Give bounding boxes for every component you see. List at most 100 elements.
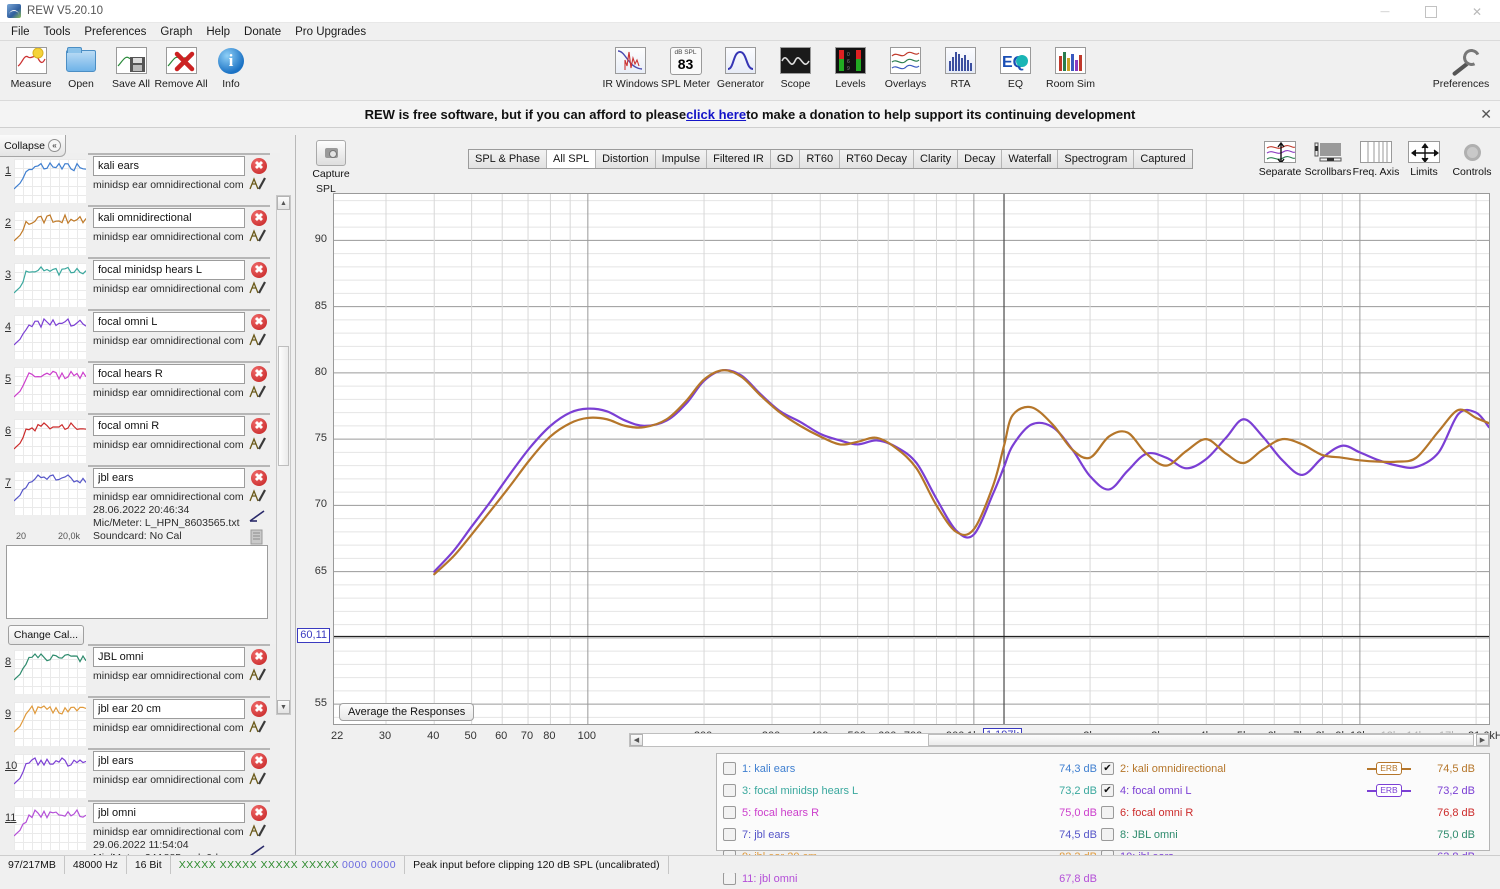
tab-rt60[interactable]: RT60 xyxy=(800,150,841,168)
eq-button[interactable]: EQ EQ xyxy=(988,41,1043,90)
measurement-name-input[interactable] xyxy=(93,468,245,488)
delete-measurement-button[interactable]: ✖ xyxy=(251,470,267,486)
measurement-name-input[interactable] xyxy=(93,647,245,667)
measurement-item[interactable]: 9 ✖ minidsp ear omnidirectional comp xyxy=(0,696,280,751)
menu-item-graph[interactable]: Graph xyxy=(153,25,199,39)
delete-measurement-button[interactable]: ✖ xyxy=(251,805,267,821)
legend-checkbox[interactable] xyxy=(1101,806,1114,819)
tab-spl-phase[interactable]: SPL & Phase xyxy=(469,150,548,168)
controls-button[interactable]: Controls xyxy=(1448,137,1496,178)
overlays-button[interactable]: Overlays xyxy=(878,41,933,90)
edit-measurement-icon[interactable] xyxy=(249,772,267,786)
measure-button[interactable]: Measure xyxy=(6,41,56,90)
edit-measurement-icon[interactable] xyxy=(249,281,267,295)
tab-filtered-ir[interactable]: Filtered IR xyxy=(707,150,771,168)
measurement-item[interactable]: 4 ✖ minidsp ear omnidirectional comp xyxy=(0,309,280,364)
measurement-name-input[interactable] xyxy=(93,260,245,280)
measurement-thumbnail[interactable]: 9 xyxy=(0,700,88,750)
minimize-button[interactable] xyxy=(1362,0,1408,23)
tab-impulse[interactable]: Impulse xyxy=(655,150,708,168)
scope-button[interactable]: Scope xyxy=(768,41,823,90)
tab-distortion[interactable]: Distortion xyxy=(596,150,656,168)
edit-measurement-icon[interactable] xyxy=(249,824,267,838)
generator-button[interactable]: Generator xyxy=(713,41,768,90)
preferences-button[interactable]: Preferences xyxy=(1426,41,1496,90)
legend-checkbox[interactable]: ✔ xyxy=(1101,784,1114,797)
legend-item[interactable]: 6: focal omni R xyxy=(1101,802,1361,823)
save-all-button[interactable]: Save All xyxy=(106,41,156,90)
hscroll-track[interactable] xyxy=(643,734,1476,746)
info-button[interactable]: i Info xyxy=(206,41,256,90)
room-sim-button[interactable]: Room Sim xyxy=(1043,41,1098,90)
scroll-up-arrow-icon[interactable]: ▲ xyxy=(277,196,290,210)
delete-measurement-button[interactable]: ✖ xyxy=(251,262,267,278)
measurement-name-input[interactable] xyxy=(93,364,245,384)
measurement-name-input[interactable] xyxy=(93,803,245,823)
measurement-item[interactable]: 11 ✖ minidsp ear omnidirectional comp29.06… xyxy=(0,800,280,855)
scrollbars-button[interactable]: Scrollbars xyxy=(1304,137,1352,178)
delete-measurement-button[interactable]: ✖ xyxy=(251,158,267,174)
measurement-name-input[interactable] xyxy=(93,416,245,436)
tab-spectrogram[interactable]: Spectrogram xyxy=(1058,150,1135,168)
collapse-panel-button[interactable]: Collapse « xyxy=(0,135,66,157)
spl-chart[interactable]: Average the Responses 90 85 80 75 70 65 55 60,1… xyxy=(297,193,1490,725)
measurement-thumbnail[interactable]: 2 xyxy=(0,209,88,259)
tab-gd[interactable]: GD xyxy=(770,150,801,168)
legend-item[interactable]: 8: JBL omni xyxy=(1101,824,1361,845)
legend-item[interactable]: 3: focal minidsp hears L xyxy=(723,780,983,801)
measurement-item[interactable]: 2 ✖ minidsp ear omnidirectional comp xyxy=(0,205,280,260)
measurement-thumbnail[interactable]: 10 xyxy=(0,752,88,802)
remove-all-button[interactable]: Remove All xyxy=(154,41,208,90)
legend-item[interactable]: 7: jbl ears xyxy=(723,824,983,845)
donate-link[interactable]: click here xyxy=(686,107,746,122)
limits-button[interactable]: Limits xyxy=(1400,137,1448,178)
measurement-name-input[interactable] xyxy=(93,751,245,771)
edit-measurement-icon[interactable] xyxy=(249,437,267,451)
measurement-item[interactable]: 5 ✖ minidsp ear omnidirectional comp xyxy=(0,361,280,416)
measurement-item[interactable]: 8 ✖ minidsp ear omnidirectional comp xyxy=(0,644,280,699)
legend-checkbox[interactable] xyxy=(723,828,736,841)
hscroll-left-arrow-icon[interactable]: ◀ xyxy=(630,734,643,746)
banner-close-icon[interactable]: ✕ xyxy=(1480,106,1492,123)
edit-measurement-icon[interactable] xyxy=(249,668,267,682)
measurement-list-scrollbar[interactable]: ▲ ▼ xyxy=(276,195,291,715)
capture-button[interactable]: Capture xyxy=(307,140,355,180)
measurement-name-input[interactable] xyxy=(93,699,245,719)
scale-measurement-icon[interactable] xyxy=(249,509,267,523)
measurement-item[interactable]: 6 ✖ minidsp ear omnidirectional comp xyxy=(0,413,280,468)
levels-button[interactable]: 0 6 9 Levels xyxy=(823,41,878,90)
legend-checkbox[interactable] xyxy=(1101,828,1114,841)
tab-waterfall[interactable]: Waterfall xyxy=(1002,150,1059,168)
menu-item-tools[interactable]: Tools xyxy=(37,25,78,39)
legend-item[interactable]: ✔ 2: kali omnidirectional xyxy=(1101,758,1361,779)
maximize-button[interactable] xyxy=(1408,0,1454,23)
hscroll-right-arrow-icon[interactable]: ▶ xyxy=(1476,734,1489,746)
separate-button[interactable]: Separate xyxy=(1256,137,1304,178)
menu-item-file[interactable]: File xyxy=(4,25,37,39)
legend-checkbox[interactable] xyxy=(723,762,736,775)
graph-horizontal-scrollbar[interactable]: ◀ ▶ xyxy=(629,733,1490,747)
legend-checkbox[interactable] xyxy=(723,806,736,819)
legend-checkbox[interactable] xyxy=(723,784,736,797)
measurement-item[interactable]: 7 ✖ minidsp ear omnidirectional comp28.06.… xyxy=(0,465,280,545)
delete-measurement-button[interactable]: ✖ xyxy=(251,210,267,226)
tab-captured[interactable]: Captured xyxy=(1134,150,1192,168)
legend-checkbox[interactable]: ✔ xyxy=(1101,762,1114,775)
measurement-thumbnail[interactable]: 4 xyxy=(0,313,88,363)
tab-rt60-decay[interactable]: RT60 Decay xyxy=(840,150,914,168)
open-button[interactable]: Open xyxy=(56,41,106,90)
measurement-notes-icon[interactable] xyxy=(249,529,265,545)
delete-measurement-button[interactable]: ✖ xyxy=(251,366,267,382)
measurement-name-input[interactable] xyxy=(93,312,245,332)
hscroll-thumb[interactable] xyxy=(928,734,1474,746)
average-responses-button[interactable]: Average the Responses xyxy=(339,703,475,721)
close-button[interactable] xyxy=(1454,0,1500,23)
measurement-thumbnail[interactable]: 6 xyxy=(0,417,88,467)
edit-measurement-icon[interactable] xyxy=(249,333,267,347)
legend-item[interactable]: 5: focal hears R xyxy=(723,802,983,823)
legend-checkbox[interactable] xyxy=(723,872,736,885)
measurement-thumbnail[interactable]: 5 xyxy=(0,365,88,415)
menu-item-preferences[interactable]: Preferences xyxy=(77,25,153,39)
edit-measurement-icon[interactable] xyxy=(249,177,267,191)
scrollbar-thumb[interactable] xyxy=(278,346,289,466)
